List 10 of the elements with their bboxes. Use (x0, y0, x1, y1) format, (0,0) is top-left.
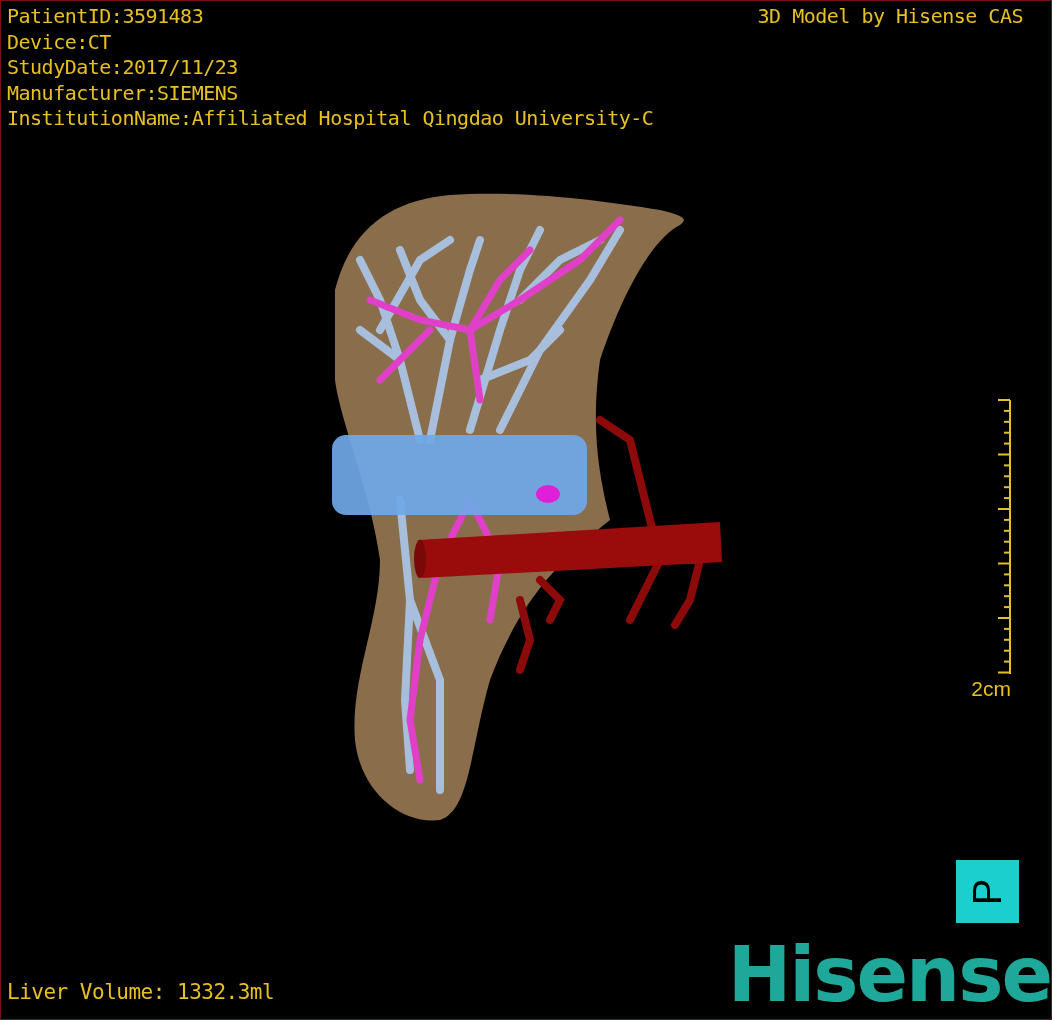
scale-label: 2cm (971, 677, 1011, 701)
model-credit-text: 3D Model by Hisense CAS (757, 4, 1023, 30)
study-info-text: InstitutionName:Affiliated Hospital Qingdao University-C (7, 106, 654, 132)
logo: Hisense (727, 933, 1051, 1017)
study-info-text: StudyDate:2017/11/23 (7, 55, 239, 81)
study-info-text: Manufacturer:SIEMENS (7, 80, 239, 106)
liver-volume-text: Liver Volume: 1332.3ml (7, 979, 275, 1005)
orientation-marker: P (956, 860, 1019, 923)
study-info-text: Device:CT (7, 29, 112, 55)
study-info-text: PatientID:3591483 (7, 4, 205, 30)
